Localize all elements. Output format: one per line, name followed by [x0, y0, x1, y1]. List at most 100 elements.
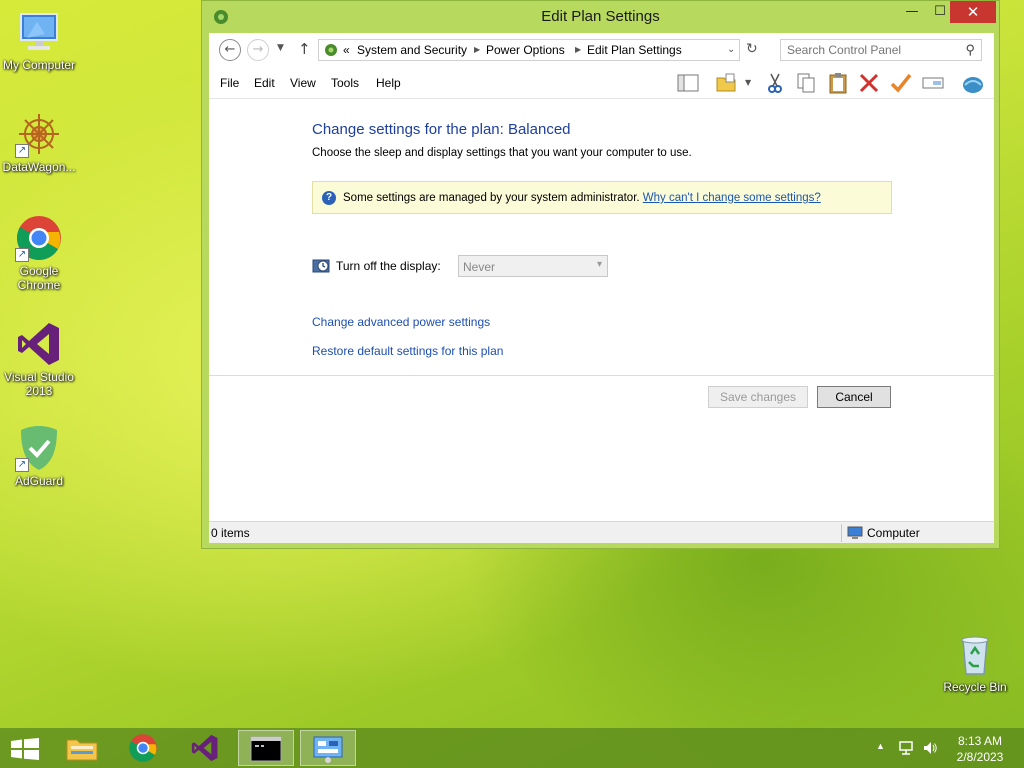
why-cant-i-change-link[interactable]: Why can't I change some settings? [643, 192, 821, 204]
rename-icon[interactable] [921, 72, 945, 94]
menu-bar: File Edit View Tools Help ▼ [209, 67, 994, 99]
back-icon[interactable]: ← [219, 39, 241, 61]
network-icon[interactable] [898, 740, 914, 756]
search-icon[interactable]: ⚲ [965, 42, 975, 58]
taskbar-visual-studio[interactable] [178, 730, 234, 766]
taskbar-clock[interactable]: 8:13 AM 2/8/2023 [950, 733, 1010, 765]
cut-icon[interactable] [763, 72, 787, 94]
delete-icon[interactable] [857, 72, 881, 94]
taskbar-google-chrome[interactable] [116, 730, 172, 766]
search-box[interactable]: ⚲ [780, 39, 982, 61]
refresh-icon[interactable]: ↻ [746, 41, 758, 57]
address-dropdown-chevron-icon[interactable]: ⌄ [727, 44, 735, 55]
properties-check-icon[interactable] [889, 72, 913, 94]
divider [209, 375, 994, 376]
address-bar-row: ← → ▼ ↑ « System and Security ▶ Power Op… [209, 33, 994, 67]
control-panel-icon [323, 42, 339, 61]
status-separator [841, 524, 842, 542]
computer-icon [15, 8, 63, 56]
desktop-icon-label: My Computer [2, 58, 76, 72]
up-arrow-icon[interactable]: ↑ [298, 40, 311, 58]
windows-logo-icon [11, 738, 39, 760]
question-icon: ? [322, 191, 336, 205]
desktop-icon-recycle-bin[interactable]: Recycle Bin [936, 630, 1014, 694]
menu-tools[interactable]: Tools [331, 76, 359, 90]
desktop-icon-adguard[interactable]: ↗ AdGuard [0, 424, 78, 488]
status-bar: 0 items Computer [209, 521, 994, 543]
file-explorer-icon [66, 739, 98, 761]
paste-icon[interactable] [826, 72, 850, 94]
minimize-button[interactable]: — [898, 1, 926, 23]
content-panel: Change settings for the plan: Balanced C… [209, 99, 994, 521]
shortcut-arrow-icon: ↗ [15, 144, 29, 158]
clock-time: 8:13 AM [957, 734, 1003, 748]
desktop-icon-visual-studio[interactable]: Visual Studio 2013 [0, 320, 78, 398]
recent-locations-chevron-icon[interactable]: ▼ [277, 43, 284, 53]
desktop-icon-google-chrome[interactable]: ↗ Google Chrome [0, 214, 78, 292]
visual-studio-icon [191, 734, 218, 762]
taskbar-command-prompt[interactable] [238, 730, 294, 766]
control-panel-icon [313, 736, 343, 763]
recycle-bin-icon [951, 630, 999, 678]
desktop-icon-label: Visual Studio 2013 [4, 370, 74, 398]
turn-off-display-row: Turn off the display: Never ▾ [312, 255, 632, 279]
show-hidden-icons-chevron-icon[interactable]: ▲ [876, 741, 885, 751]
desktop-icon-datawagon[interactable]: ↗ DataWagon... [0, 110, 78, 174]
chrome-icon: ↗ [15, 214, 63, 262]
breadcrumb-system-and-security[interactable]: System and Security [357, 43, 467, 57]
desktop-icon-my-computer[interactable]: My Computer [0, 8, 78, 72]
address-bar[interactable]: « System and Security ▶ Power Options ▶ … [318, 39, 740, 61]
desktop-icon-label: Recycle Bin [943, 680, 1007, 694]
info-text: Some settings are managed by your system… [343, 192, 640, 204]
visual-studio-icon [15, 320, 63, 368]
display-timer-icon [312, 259, 330, 273]
window-title: Edit Plan Settings [541, 8, 660, 25]
breadcrumb-prefix[interactable]: « [343, 43, 350, 57]
breadcrumb-power-options[interactable]: Power Options [486, 43, 565, 57]
menu-view[interactable]: View [290, 76, 316, 90]
admin-info-bar: ? Some settings are managed by your syst… [312, 181, 892, 214]
network-globe-icon[interactable] [961, 72, 985, 94]
taskbar-file-explorer[interactable] [54, 730, 110, 766]
forward-icon[interactable]: → [247, 39, 269, 61]
restore-default-settings-link[interactable]: Restore default settings for this plan [312, 344, 503, 358]
save-changes-button[interactable]: Save changes [708, 386, 808, 408]
edit-plan-settings-window: Edit Plan Settings — ☐ ✕ ← → ▼ ↑ « Syste… [201, 0, 1000, 549]
page-subtitle: Choose the sleep and display settings th… [312, 147, 692, 159]
cancel-button[interactable]: Cancel [817, 386, 891, 408]
shortcut-arrow-icon: ↗ [15, 458, 29, 472]
search-input[interactable] [781, 40, 951, 60]
start-button[interactable] [0, 730, 48, 766]
chevron-right-icon[interactable]: ▶ [575, 45, 581, 54]
folder-options-icon[interactable] [714, 72, 738, 94]
chrome-icon [129, 734, 157, 762]
menu-help[interactable]: Help [376, 76, 401, 90]
info-message: Some settings are managed by your system… [343, 192, 821, 204]
menu-edit[interactable]: Edit [254, 76, 275, 90]
adguard-icon: ↗ [15, 424, 63, 472]
item-count: 0 items [211, 526, 250, 540]
layout-pane-icon[interactable] [676, 72, 700, 94]
dropdown-chevron-icon[interactable]: ▼ [745, 78, 751, 87]
turn-off-display-select[interactable]: Never ▾ [458, 255, 608, 277]
change-advanced-power-settings-link[interactable]: Change advanced power settings [312, 315, 490, 329]
desktop-icon-label: Google Chrome [17, 264, 61, 292]
taskbar: ▲ 8:13 AM 2/8/2023 [0, 728, 1024, 768]
taskbar-control-panel[interactable] [300, 730, 356, 766]
clock-date: 2/8/2023 [956, 750, 1004, 764]
shortcut-arrow-icon: ↗ [15, 248, 29, 262]
turn-off-display-value: Never [463, 260, 496, 274]
title-bar[interactable]: Edit Plan Settings — ☐ ✕ [202, 1, 999, 32]
close-button[interactable]: ✕ [950, 1, 996, 23]
page-title: Change settings for the plan: Balanced [312, 121, 571, 138]
menu-file[interactable]: File [220, 76, 239, 90]
datawagon-icon: ↗ [15, 110, 63, 158]
turn-off-display-label: Turn off the display: [336, 259, 441, 273]
cmd-icon [250, 736, 282, 762]
desktop-icon-label: AdGuard [14, 474, 64, 488]
breadcrumb-edit-plan-settings[interactable]: Edit Plan Settings [587, 43, 682, 57]
status-location: Computer [867, 526, 920, 540]
volume-icon[interactable] [922, 740, 938, 756]
copy-icon[interactable] [794, 72, 818, 94]
chevron-right-icon[interactable]: ▶ [474, 45, 480, 54]
